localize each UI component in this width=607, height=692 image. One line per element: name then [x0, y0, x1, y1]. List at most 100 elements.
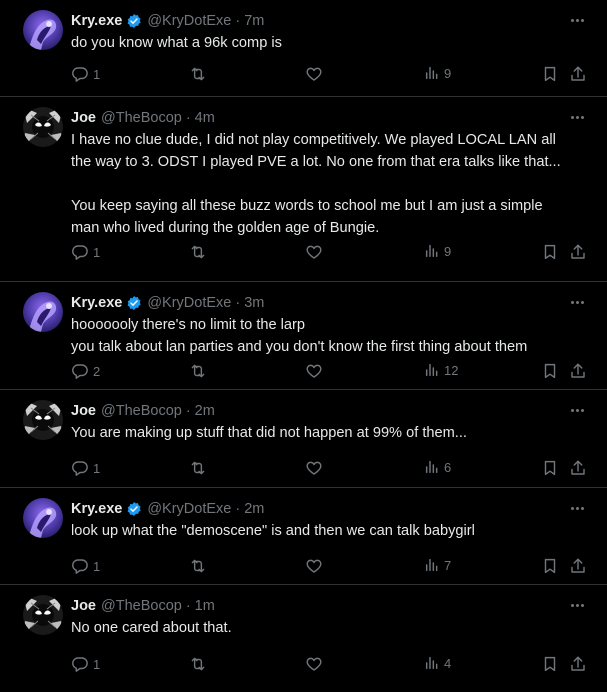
- tweet[interactable]: Kry.exe @KryDotExe · 7m do you know what…: [0, 0, 607, 97]
- share-icon: [569, 655, 587, 673]
- timestamp[interactable]: 2m: [244, 501, 264, 517]
- like-button[interactable]: [305, 459, 327, 477]
- share-button[interactable]: [569, 557, 587, 575]
- bookmark-button[interactable]: [541, 459, 559, 477]
- views-button[interactable]: 6: [424, 459, 451, 475]
- reply-icon: [71, 362, 89, 380]
- views-button[interactable]: 9: [424, 65, 451, 81]
- tweet-text-line: hooooooly there's no limit to the larp: [71, 317, 305, 333]
- avatar[interactable]: [23, 498, 63, 538]
- bookmark-button[interactable]: [541, 655, 559, 673]
- action-bar: 1 6: [71, 459, 599, 481]
- like-button[interactable]: [305, 655, 327, 673]
- reply-icon: [71, 243, 89, 261]
- views-icon: [424, 459, 440, 475]
- tweet-text: You are making up stuff that did not hap…: [71, 422, 587, 444]
- tweet-text: No one cared about that.: [71, 617, 587, 639]
- timestamp[interactable]: 1m: [195, 598, 215, 614]
- tweet-text-line: No one cared about that.: [71, 620, 232, 636]
- views-button[interactable]: 4: [424, 655, 451, 671]
- retweet-button[interactable]: [189, 459, 211, 477]
- display-name[interactable]: Kry.exe: [71, 13, 122, 29]
- more-icon[interactable]: [567, 402, 587, 418]
- tweet-text-line: look up what the "demoscene" is and then…: [71, 523, 475, 539]
- tweet[interactable]: Kry.exe @KryDotExe · 2m look up what the…: [0, 488, 607, 585]
- avatar[interactable]: [23, 107, 63, 147]
- retweet-icon: [189, 65, 207, 83]
- views-button[interactable]: 7: [424, 557, 451, 573]
- user-handle[interactable]: @KryDotExe: [147, 13, 231, 29]
- retweet-icon: [189, 655, 207, 673]
- action-bar: 1 9: [71, 243, 599, 265]
- retweet-button[interactable]: [189, 362, 211, 380]
- share-icon: [569, 243, 587, 261]
- tweet-header: Kry.exe @KryDotExe · 2m: [71, 500, 264, 518]
- share-icon: [569, 362, 587, 380]
- user-handle[interactable]: @TheBocop: [101, 110, 182, 126]
- share-button[interactable]: [569, 65, 587, 83]
- display-name[interactable]: Joe: [71, 403, 96, 419]
- views-icon: [424, 655, 440, 671]
- like-button[interactable]: [305, 243, 327, 261]
- display-name[interactable]: Kry.exe: [71, 295, 122, 311]
- user-handle[interactable]: @TheBocop: [101, 598, 182, 614]
- views-icon: [424, 65, 440, 81]
- share-button[interactable]: [569, 655, 587, 673]
- reply-button[interactable]: 1: [71, 243, 100, 261]
- views-button[interactable]: 12: [424, 362, 458, 378]
- share-button[interactable]: [569, 362, 587, 380]
- user-handle[interactable]: @TheBocop: [101, 403, 182, 419]
- share-button[interactable]: [569, 243, 587, 261]
- reply-button[interactable]: 1: [71, 557, 100, 575]
- reply-button[interactable]: 1: [71, 655, 100, 673]
- more-icon[interactable]: [567, 500, 587, 516]
- bookmark-button[interactable]: [541, 362, 559, 380]
- display-name[interactable]: Joe: [71, 110, 96, 126]
- tweet[interactable]: Joe @TheBocop · 2m You are making up stu…: [0, 390, 607, 488]
- share-button[interactable]: [569, 459, 587, 477]
- like-button[interactable]: [305, 65, 327, 83]
- avatar[interactable]: [23, 595, 63, 635]
- retweet-button[interactable]: [189, 65, 211, 83]
- tweet-header: Joe @TheBocop · 1m: [71, 597, 215, 615]
- reply-icon: [71, 65, 89, 83]
- reply-button[interactable]: 1: [71, 65, 100, 83]
- retweet-button[interactable]: [189, 557, 211, 575]
- more-icon[interactable]: [567, 597, 587, 613]
- reply-button[interactable]: 1: [71, 459, 100, 477]
- views-count: 9: [444, 243, 452, 259]
- reply-button[interactable]: 2: [71, 362, 100, 380]
- views-icon: [424, 362, 440, 378]
- display-name[interactable]: Kry.exe: [71, 501, 122, 517]
- bookmark-button[interactable]: [541, 243, 559, 261]
- tweet-text-line: do you know what a 96k comp is: [71, 35, 282, 51]
- retweet-button[interactable]: [189, 243, 211, 261]
- avatar[interactable]: [23, 400, 63, 440]
- reply-icon: [71, 557, 89, 575]
- timestamp[interactable]: 2m: [195, 403, 215, 419]
- timestamp[interactable]: 7m: [244, 13, 264, 29]
- display-name[interactable]: Joe: [71, 598, 96, 614]
- retweet-button[interactable]: [189, 655, 211, 673]
- avatar[interactable]: [23, 292, 63, 332]
- like-button[interactable]: [305, 557, 327, 575]
- reply-icon: [71, 655, 89, 673]
- more-icon[interactable]: [567, 109, 587, 125]
- user-handle[interactable]: @KryDotExe: [147, 295, 231, 311]
- more-icon[interactable]: [567, 12, 587, 28]
- bookmark-button[interactable]: [541, 557, 559, 575]
- like-icon: [305, 243, 323, 261]
- like-button[interactable]: [305, 362, 327, 380]
- tweet[interactable]: Kry.exe @KryDotExe · 3m hooooooly there'…: [0, 282, 607, 390]
- views-button[interactable]: 9: [424, 243, 451, 259]
- share-icon: [569, 65, 587, 83]
- timestamp[interactable]: 4m: [195, 110, 215, 126]
- timestamp[interactable]: 3m: [244, 295, 264, 311]
- tweet[interactable]: Joe @TheBocop · 4m I have no clue dude, …: [0, 97, 607, 282]
- user-handle[interactable]: @KryDotExe: [147, 501, 231, 517]
- tweet[interactable]: Joe @TheBocop · 1m No one cared about th…: [0, 585, 607, 692]
- bookmark-button[interactable]: [541, 65, 559, 83]
- more-icon[interactable]: [567, 294, 587, 310]
- share-icon: [569, 459, 587, 477]
- avatar[interactable]: [23, 10, 63, 50]
